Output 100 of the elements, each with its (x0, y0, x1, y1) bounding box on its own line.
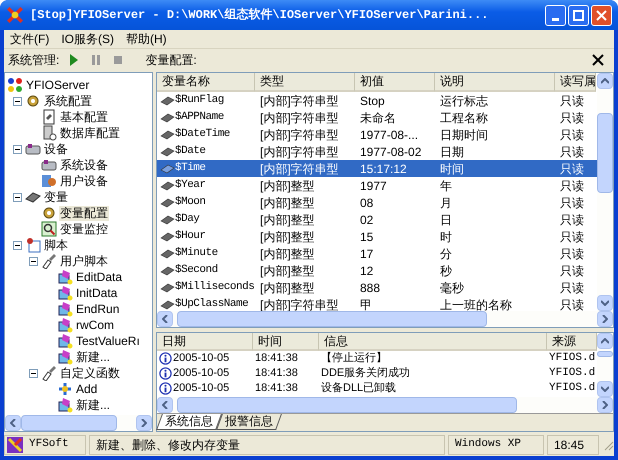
table-row[interactable]: $Date [内部]字符串型 1977-08-02 日期 只读 (157, 143, 597, 160)
scroll-thumb[interactable] (597, 351, 613, 357)
collapse-toggle[interactable] (13, 96, 22, 106)
tree-item[interactable]: 自定义函数 (59, 366, 121, 380)
maximize-button[interactable] (568, 4, 589, 26)
table-row[interactable]: $Year [内部]整型 1977 年 只读 (157, 177, 597, 194)
table-cell-text: 2005-10-05 (173, 351, 230, 366)
table-row[interactable]: $Second [内部]整型 12 秒 只读 (157, 262, 597, 279)
tree-item[interactable]: InitData (75, 286, 118, 300)
column-header[interactable]: 读写属 (555, 73, 596, 92)
minus-icon (15, 194, 20, 200)
table-cell-text: 只读 (560, 228, 584, 246)
scroll-left-button[interactable] (157, 397, 173, 413)
menu-item[interactable]: 帮助(H) (120, 30, 173, 48)
table-cell-text: 2005-10-05 (173, 366, 230, 382)
table-row[interactable]: $APPName [内部]字符串型 未命名 工程名称 只读 (157, 109, 597, 126)
horizontal-scrollbar[interactable] (157, 397, 613, 413)
tree-item[interactable]: 新建... (75, 350, 112, 364)
scroll-right-button[interactable] (136, 415, 152, 431)
tree-item[interactable]: 数据库配置 (59, 126, 121, 140)
column-header[interactable]: 类型 (255, 73, 355, 92)
column-header[interactable]: 变量名称 (157, 73, 255, 92)
tree-item[interactable]: 系统配置 (43, 94, 93, 108)
scroll-up-button[interactable] (597, 333, 613, 349)
tab[interactable]: 报警信息 (216, 414, 282, 430)
scroll-down-button[interactable] (597, 381, 613, 397)
tree-item[interactable]: EditData (75, 270, 124, 284)
table-cell-text: [内部]字符串型 (260, 160, 339, 178)
table-row[interactable]: $Minute [内部]整型 17 分 只读 (157, 245, 597, 262)
scroll-thumb[interactable] (21, 415, 117, 431)
table-cell-text: 只读 (560, 178, 584, 194)
tree-item[interactable]: 变量监控 (59, 222, 109, 236)
column-header[interactable]: 初值 (355, 73, 435, 92)
column-header[interactable]: 信息 (319, 333, 547, 351)
table-cell-text: $Year (175, 178, 206, 194)
tree-item[interactable]: 变量配置 (59, 206, 109, 220)
tree-item[interactable]: 脚本 (43, 238, 69, 252)
scroll-left-button[interactable] (5, 415, 21, 431)
cross-icon (57, 381, 73, 397)
tree-item[interactable]: Add (75, 382, 98, 396)
vertical-scrollbar[interactable] (597, 333, 613, 397)
table-row[interactable]: $Hour [内部]整型 15 时 只读 (157, 228, 597, 245)
table-row[interactable]: $Day [内部]整型 02 日 只读 (157, 211, 597, 228)
database-icon (41, 125, 57, 141)
gear-icon (41, 205, 57, 221)
chip-icon (160, 162, 175, 174)
collapse-toggle[interactable] (13, 144, 22, 154)
table-cell-text: $Time (175, 161, 206, 176)
tree-item[interactable]: 系统设备 (59, 158, 109, 172)
tree-item[interactable]: 设备 (43, 142, 69, 156)
brush-icon (41, 365, 57, 381)
scroll-right-button[interactable] (597, 311, 613, 327)
table-cell-text: [内部]字符串型 (260, 144, 339, 160)
tree-item[interactable]: 用户设备 (59, 174, 109, 188)
horizontal-scrollbar[interactable] (157, 311, 613, 327)
tree-item[interactable]: 新建... (75, 398, 112, 412)
collapse-toggle[interactable] (13, 192, 22, 202)
scroll-thumb[interactable] (597, 113, 613, 193)
table-cell-text: 15:17:12 (360, 160, 407, 178)
device-icon (41, 157, 57, 173)
scroll-thumb[interactable] (177, 311, 487, 327)
device-icon (25, 141, 41, 157)
table-cell-text: [内部]整型 (260, 228, 315, 246)
table-cell-text: 15 (360, 228, 374, 246)
table-row[interactable]: $UpClassName [内部]字符串型 甲 上一班的名称 只读 (157, 296, 597, 311)
tree-item[interactable]: 基本配置 (59, 110, 109, 124)
scroll-thumb[interactable] (177, 397, 517, 413)
vertical-scrollbar[interactable] (597, 73, 613, 311)
column-header[interactable]: 来源 (547, 333, 597, 351)
info-icon (159, 382, 172, 395)
script-icon (57, 269, 73, 285)
minimize-button[interactable] (545, 4, 566, 26)
table-row[interactable]: $DateTime [内部]字符串型 1977-08-... 日期时间 只读 (157, 126, 597, 143)
table-row[interactable]: $RunFlag [内部]字符串型 Stop 运行标志 只读 (157, 92, 597, 109)
collapse-toggle[interactable] (29, 368, 38, 378)
scroll-down-button[interactable] (597, 295, 613, 311)
scroll-right-button[interactable] (597, 397, 613, 413)
collapse-toggle[interactable] (13, 240, 22, 250)
table-cell-text: 设备DLL已卸载 (321, 381, 396, 396)
tree-item[interactable]: rwCom (75, 318, 115, 332)
menu-item[interactable]: 文件(F) (4, 30, 56, 48)
table-row[interactable]: $Time [内部]字符串型 15:17:12 时间 只读 (157, 160, 597, 177)
tree-item[interactable]: TestValueRı (75, 334, 141, 348)
column-header[interactable]: 时间 (253, 333, 319, 351)
tree-item[interactable]: 用户脚本 (59, 254, 109, 268)
scroll-left-button[interactable] (157, 311, 173, 327)
menu-item[interactable]: IO服务(S) (55, 30, 120, 48)
tab[interactable]: 系统信息 (156, 414, 222, 430)
minus-icon (15, 146, 20, 152)
column-header[interactable]: 说明 (435, 73, 555, 92)
scroll-up-button[interactable] (597, 73, 613, 89)
column-header[interactable]: 日期 (157, 333, 253, 351)
tree-item[interactable]: YFIOServer (25, 78, 90, 92)
tree-item[interactable]: EndRun (75, 302, 120, 316)
table-row[interactable]: $Milliseconds [内部]整型 888 毫秒 只读 (157, 279, 597, 296)
collapse-toggle[interactable] (29, 256, 38, 266)
tree-item[interactable]: 变量 (43, 190, 69, 204)
table-row[interactable]: $Moon [内部]整型 08 月 只读 (157, 194, 597, 211)
table-cell-text: 秒 (440, 262, 452, 280)
horizontal-scrollbar[interactable] (5, 415, 152, 431)
